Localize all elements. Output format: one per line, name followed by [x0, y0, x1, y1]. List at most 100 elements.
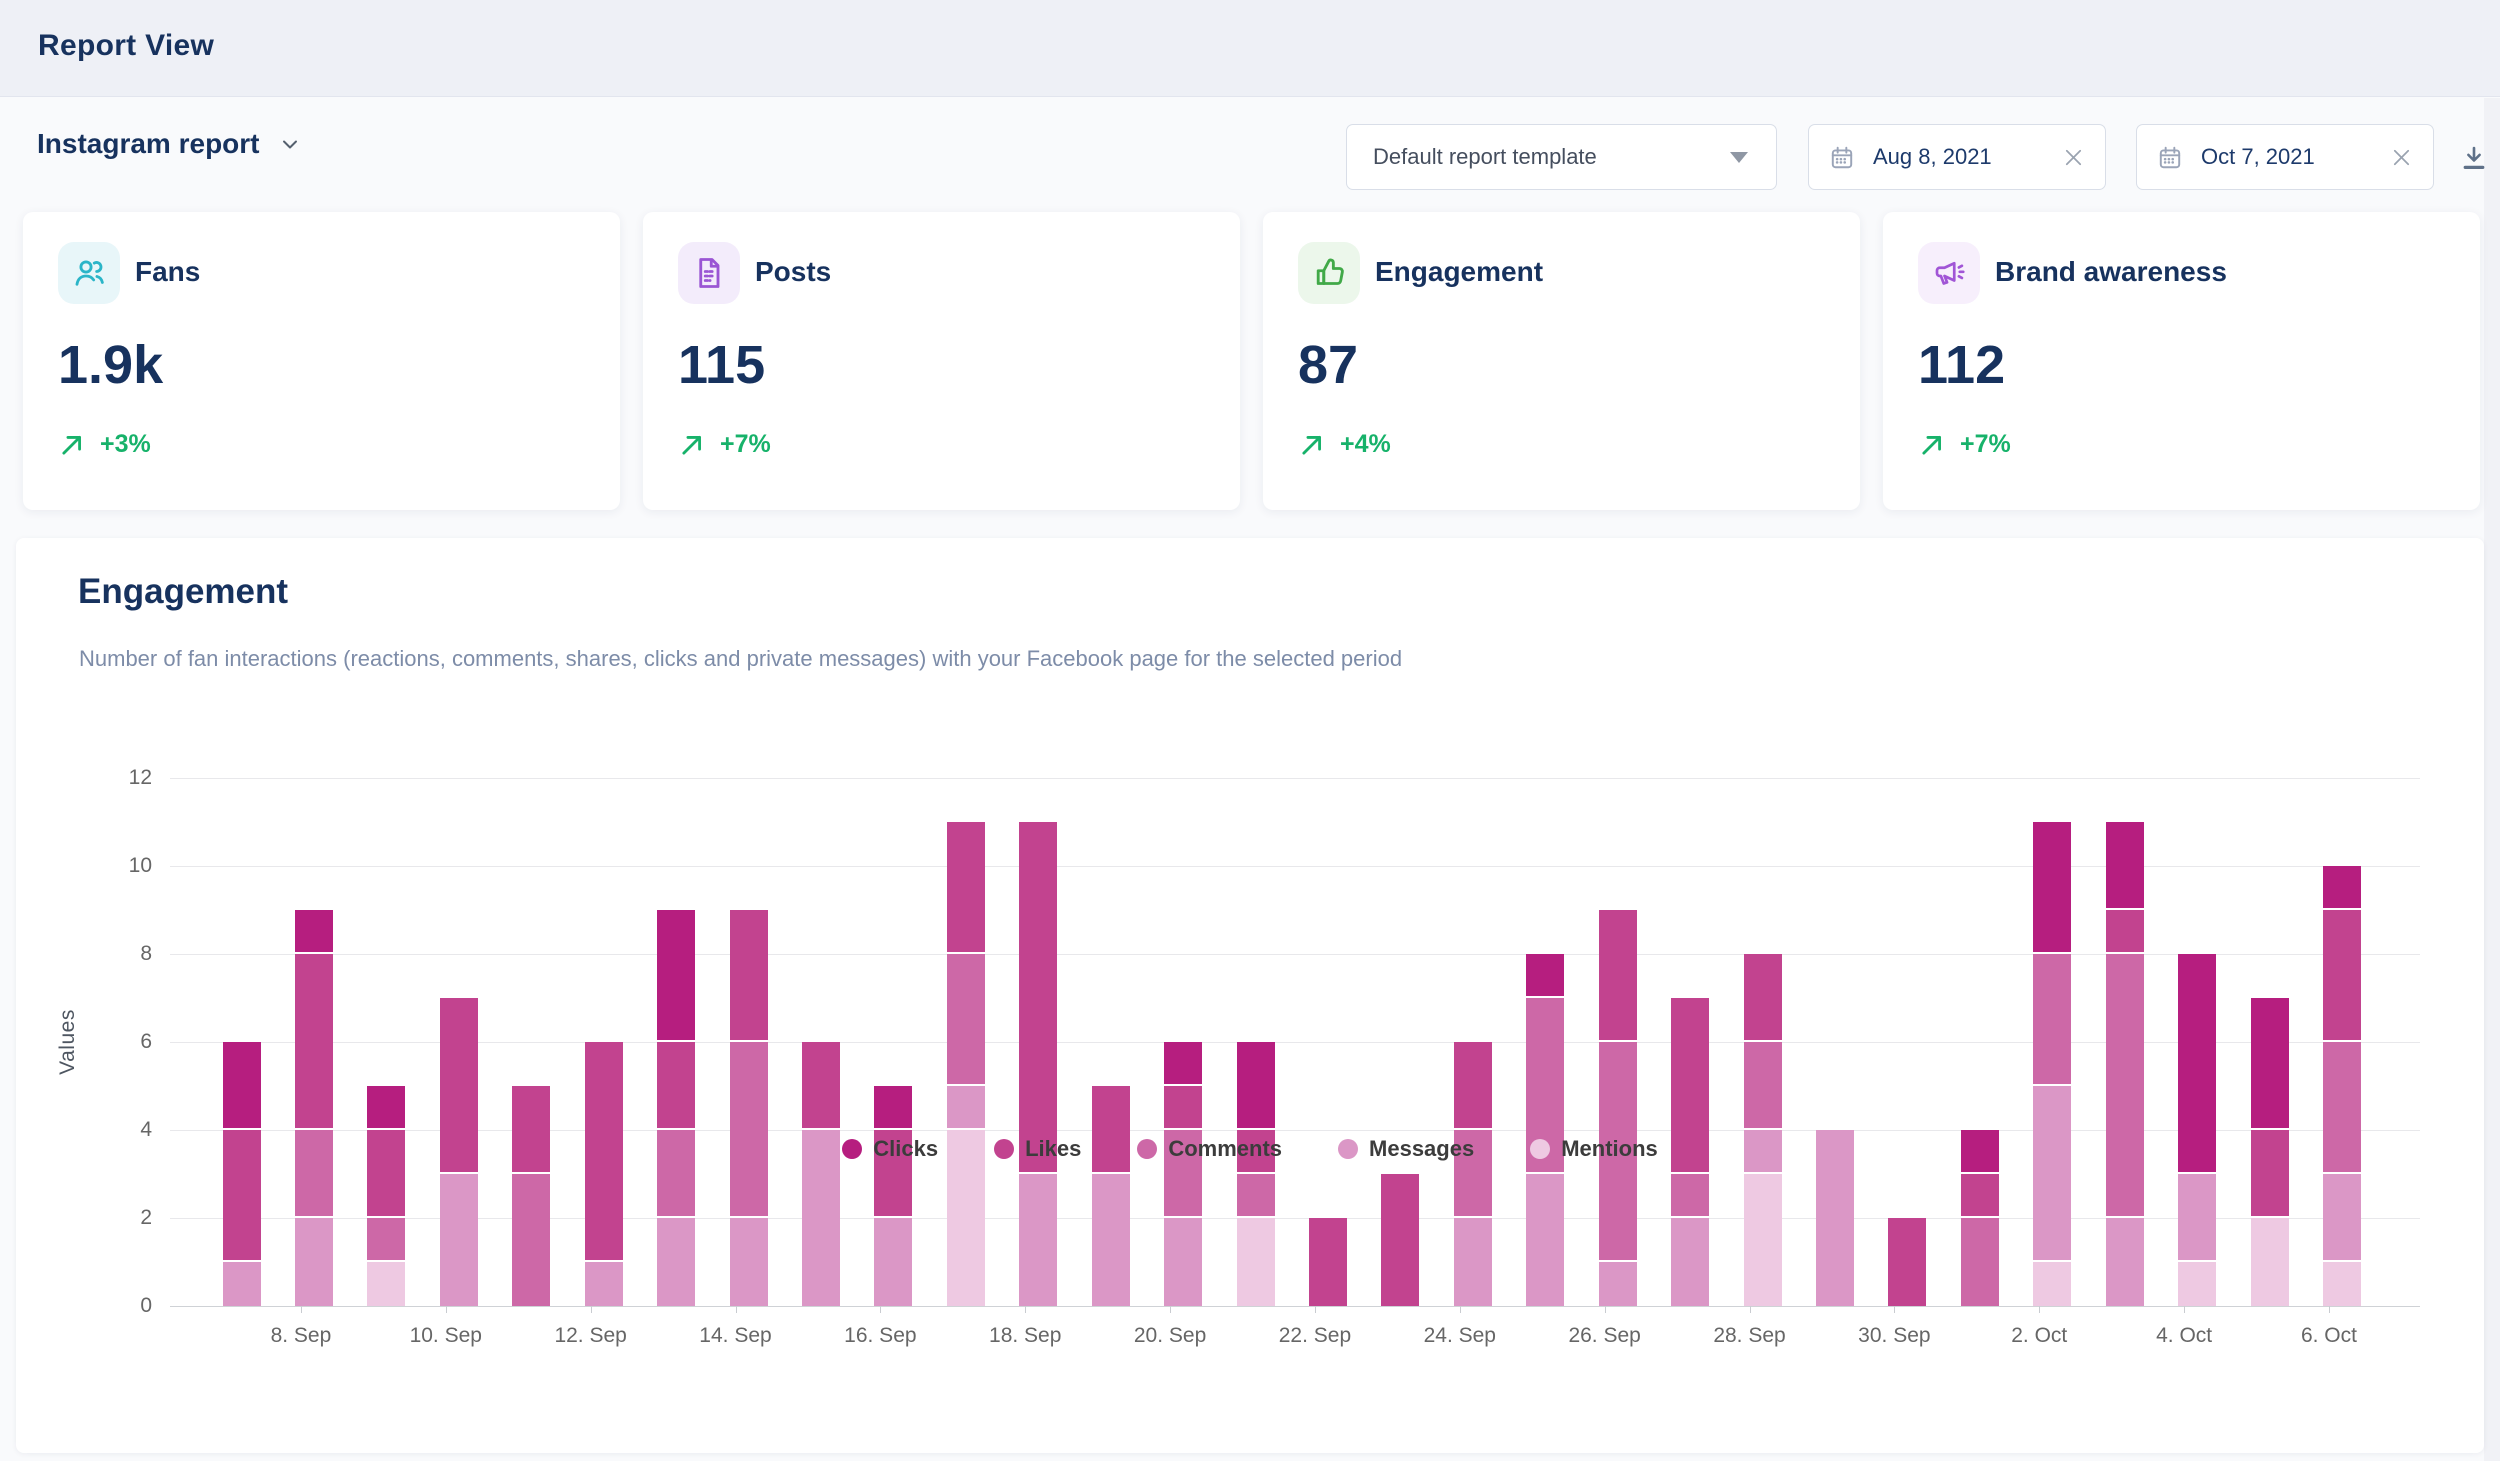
bar-segment-likes[interactable]: [1309, 1218, 1347, 1306]
start-date-input[interactable]: Aug 8, 2021: [1808, 124, 2106, 190]
bar-segment-comments[interactable]: [1744, 1042, 1782, 1130]
bar-segment-messages[interactable]: [1454, 1218, 1492, 1306]
bar-23-sep[interactable]: [1381, 1174, 1419, 1306]
legend-item-clicks[interactable]: Clicks: [842, 1136, 938, 1162]
bar-segment-likes[interactable]: [295, 954, 333, 1130]
bar-segment-clicks[interactable]: [657, 910, 695, 1042]
legend-item-likes[interactable]: Likes: [994, 1136, 1081, 1162]
bar-25-sep[interactable]: [1526, 954, 1564, 1306]
bar-segment-comments[interactable]: [1671, 1174, 1709, 1218]
bar-segment-messages[interactable]: [1164, 1218, 1202, 1306]
bar-9-sep[interactable]: [367, 1086, 405, 1306]
bar-11-sep[interactable]: [512, 1086, 550, 1306]
bar-segment-likes[interactable]: [2323, 910, 2361, 1042]
download-button[interactable]: [2452, 136, 2496, 180]
bar-segment-messages[interactable]: [1092, 1174, 1130, 1306]
bar-13-sep[interactable]: [657, 910, 695, 1306]
bar-segment-messages[interactable]: [1599, 1262, 1637, 1306]
bar-segment-messages[interactable]: [2033, 1086, 2071, 1262]
bar-22-sep[interactable]: [1309, 1218, 1347, 1306]
bar-segment-comments[interactable]: [1961, 1218, 1999, 1306]
bar-24-sep[interactable]: [1454, 1042, 1492, 1306]
bar-segment-likes[interactable]: [1961, 1174, 1999, 1218]
legend-item-mentions[interactable]: Mentions: [1530, 1136, 1658, 1162]
bar-3-oct[interactable]: [2106, 822, 2144, 1306]
bar-segment-messages[interactable]: [440, 1174, 478, 1306]
bar-14-sep[interactable]: [730, 910, 768, 1306]
bar-segment-messages[interactable]: [2178, 1174, 2216, 1262]
bar-16-sep[interactable]: [874, 1086, 912, 1306]
bar-segment-mentions[interactable]: [2033, 1262, 2071, 1306]
bar-segment-mentions[interactable]: [2178, 1262, 2216, 1306]
bar-20-sep[interactable]: [1164, 1042, 1202, 1306]
bar-segment-mentions[interactable]: [2323, 1262, 2361, 1306]
bar-segment-comments[interactable]: [367, 1218, 405, 1262]
end-date-input[interactable]: Oct 7, 2021: [2136, 124, 2434, 190]
bar-4-oct[interactable]: [2178, 954, 2216, 1306]
bar-segment-likes[interactable]: [730, 910, 768, 1042]
bar-segment-messages[interactable]: [1671, 1218, 1709, 1306]
bar-segment-comments[interactable]: [947, 954, 985, 1086]
bar-segment-clicks[interactable]: [1164, 1042, 1202, 1086]
bar-segment-comments[interactable]: [730, 1042, 768, 1218]
bar-segment-likes[interactable]: [1599, 910, 1637, 1042]
legend-item-messages[interactable]: Messages: [1338, 1136, 1474, 1162]
bar-segment-likes[interactable]: [1019, 822, 1057, 1174]
bar-segment-clicks[interactable]: [2251, 998, 2289, 1130]
bar-17-sep[interactable]: [947, 822, 985, 1306]
bar-segment-clicks[interactable]: [2323, 866, 2361, 910]
bar-segment-clicks[interactable]: [367, 1086, 405, 1130]
bar-segment-likes[interactable]: [1381, 1174, 1419, 1306]
bar-30-sep[interactable]: [1888, 1218, 1926, 1306]
bar-segment-messages[interactable]: [947, 1086, 985, 1130]
bar-segment-messages[interactable]: [1526, 1174, 1564, 1306]
bar-21-sep[interactable]: [1237, 1042, 1275, 1306]
bar-segment-clicks[interactable]: [295, 910, 333, 954]
bar-15-sep[interactable]: [802, 1042, 840, 1306]
report-selector[interactable]: Instagram report: [37, 128, 302, 160]
bar-segment-likes[interactable]: [802, 1042, 840, 1130]
bar-segment-messages[interactable]: [657, 1218, 695, 1306]
bar-segment-messages[interactable]: [295, 1218, 333, 1306]
bar-segment-likes[interactable]: [2106, 910, 2144, 954]
bar-segment-likes[interactable]: [1888, 1218, 1926, 1306]
bar-segment-messages[interactable]: [585, 1262, 623, 1306]
template-select[interactable]: Default report template: [1346, 124, 1777, 190]
bar-segment-clicks[interactable]: [223, 1042, 261, 1130]
bar-segment-messages[interactable]: [1019, 1174, 1057, 1306]
bar-segment-likes[interactable]: [1454, 1042, 1492, 1130]
bar-8-sep[interactable]: [295, 910, 333, 1306]
bar-segment-clicks[interactable]: [2106, 822, 2144, 910]
bar-segment-likes[interactable]: [1164, 1086, 1202, 1130]
bar-segment-messages[interactable]: [730, 1218, 768, 1306]
bar-12-sep[interactable]: [585, 1042, 623, 1306]
bar-segment-comments[interactable]: [2106, 954, 2144, 1218]
bar-segment-likes[interactable]: [657, 1042, 695, 1130]
bar-segment-comments[interactable]: [1237, 1174, 1275, 1218]
bar-segment-messages[interactable]: [2106, 1218, 2144, 1306]
bar-segment-mentions[interactable]: [367, 1262, 405, 1306]
bar-28-sep[interactable]: [1744, 954, 1782, 1306]
bar-segment-messages[interactable]: [223, 1262, 261, 1306]
close-icon[interactable]: [2390, 146, 2413, 169]
bar-segment-mentions[interactable]: [2251, 1218, 2289, 1306]
bar-segment-comments[interactable]: [512, 1174, 550, 1306]
bar-segment-likes[interactable]: [947, 822, 985, 954]
bar-segment-clicks[interactable]: [2033, 822, 2071, 954]
bar-segment-mentions[interactable]: [1744, 1174, 1782, 1306]
close-icon[interactable]: [2062, 146, 2085, 169]
scrollbar-track[interactable]: [2484, 98, 2500, 1461]
legend-item-comments[interactable]: Comments: [1137, 1136, 1282, 1162]
bar-18-sep[interactable]: [1019, 822, 1057, 1306]
bar-6-oct[interactable]: [2323, 866, 2361, 1306]
bar-7-sep[interactable]: [223, 1042, 261, 1306]
bar-segment-messages[interactable]: [874, 1218, 912, 1306]
bar-26-sep[interactable]: [1599, 910, 1637, 1306]
bar-segment-messages[interactable]: [2323, 1174, 2361, 1262]
bar-2-oct[interactable]: [2033, 822, 2071, 1306]
bar-segment-mentions[interactable]: [1237, 1218, 1275, 1306]
bar-19-sep[interactable]: [1092, 1086, 1130, 1306]
bar-segment-clicks[interactable]: [874, 1086, 912, 1130]
bar-segment-clicks[interactable]: [1526, 954, 1564, 998]
bar-segment-clicks[interactable]: [1237, 1042, 1275, 1130]
